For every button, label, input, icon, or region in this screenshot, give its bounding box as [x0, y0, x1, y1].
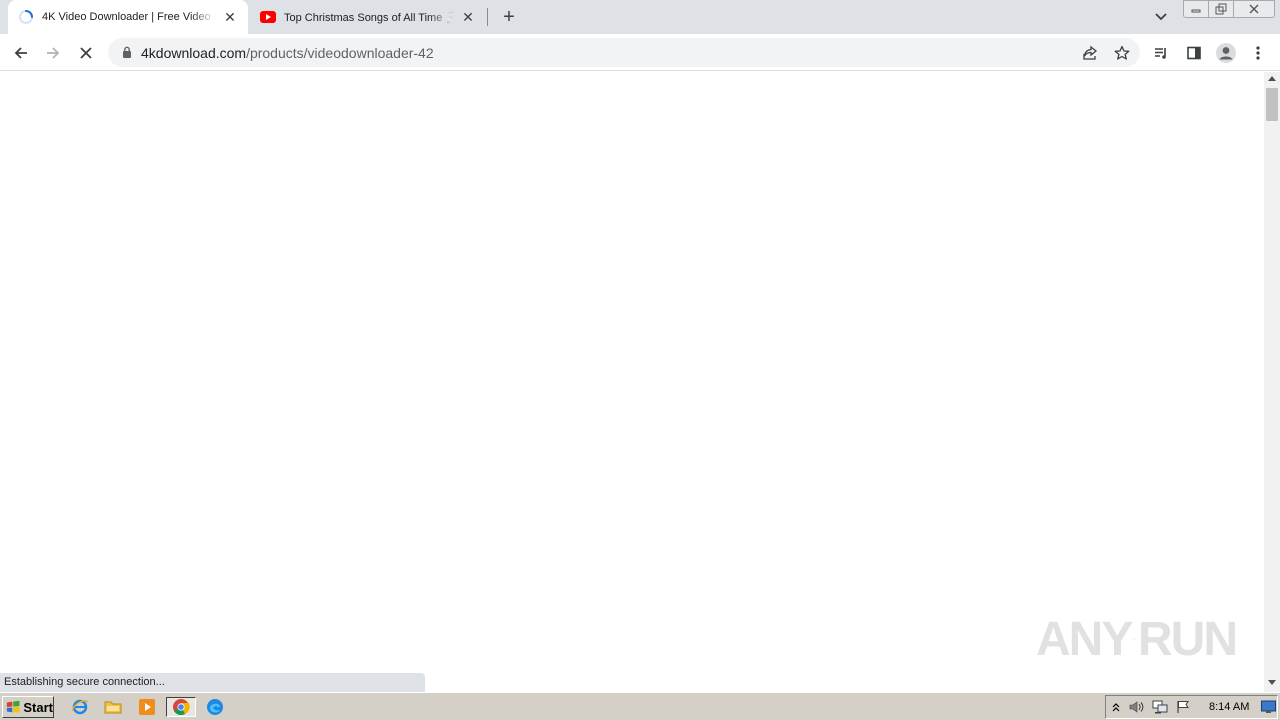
chrome-icon — [173, 699, 190, 715]
side-panel-button[interactable] — [1181, 40, 1207, 66]
back-button[interactable] — [8, 40, 34, 66]
forward-arrow-icon — [47, 47, 60, 59]
stop-icon — [80, 47, 92, 59]
taskbar-chrome[interactable] — [166, 697, 196, 717]
start-label: Start — [23, 699, 53, 715]
loading-spinner-icon — [18, 9, 34, 25]
volume-icon[interactable] — [1127, 699, 1145, 715]
page-content — [0, 72, 1264, 692]
profile-button[interactable] — [1213, 40, 1239, 66]
scroll-down-arrow-icon[interactable] — [1268, 680, 1276, 685]
taskbar-edge[interactable] — [204, 697, 226, 717]
play-logo-icon — [1133, 637, 1136, 641]
taskbar-clock[interactable]: 8:14 AM — [1209, 701, 1249, 713]
tab-christmas-songs[interactable]: Top Christmas Songs of All Time 🎅🎄 ✕ — [250, 0, 486, 34]
youtube-icon — [260, 9, 276, 25]
address-bar[interactable]: 4kdownload.com/products/videodownloader-… — [108, 38, 1140, 67]
vertical-scrollbar[interactable] — [1264, 72, 1280, 692]
url-host: 4kdownload.com — [141, 45, 247, 61]
tab-strip: 4K Video Downloader | Free Video Downloa… — [0, 0, 1280, 34]
media-queue-icon — [1155, 48, 1166, 59]
bookmark-star-icon[interactable] — [1112, 43, 1132, 63]
close-window-button[interactable] — [1233, 0, 1275, 18]
browser-toolbar: 4kdownload.com/products/videodownloader-… — [0, 34, 1280, 71]
edge-icon — [207, 699, 223, 715]
network-icon[interactable] — [1151, 699, 1169, 715]
tab-4k-video-downloader[interactable]: 4K Video Downloader | Free Video Downloa… — [8, 0, 248, 34]
action-center-flag-icon[interactable] — [1174, 699, 1192, 715]
show-desktop-icon[interactable] — [1261, 700, 1276, 714]
minimize-button[interactable] — [1183, 0, 1209, 18]
avatar-icon — [1216, 43, 1236, 63]
chrome-menu-button[interactable] — [1245, 40, 1271, 66]
tab-title: 4K Video Downloader | Free Video Downloa… — [42, 11, 216, 23]
new-tab-button[interactable]: + — [498, 6, 520, 28]
stop-loading-button[interactable] — [73, 40, 99, 66]
taskbar-file-explorer[interactable] — [102, 697, 124, 717]
lock-icon[interactable] — [120, 45, 134, 59]
tab-separator — [487, 8, 488, 26]
windows-taskbar: Start 8:14 AM — [0, 692, 1280, 720]
status-bubble: Establishing secure connection... — [0, 673, 425, 692]
system-tray: 8:14 AM — [1105, 695, 1278, 719]
tab-title: Top Christmas Songs of All Time 🎅🎄 — [284, 11, 454, 24]
windows-logo-icon — [6, 700, 20, 713]
close-tab-icon[interactable]: ✕ — [460, 9, 476, 25]
back-arrow-icon — [14, 47, 27, 59]
start-button[interactable]: Start — [2, 696, 54, 718]
scrollbar-thumb[interactable] — [1266, 88, 1278, 121]
url-path: /products/videodownloader-42 — [246, 45, 434, 61]
share-icon[interactable] — [1080, 43, 1100, 63]
anyrun-watermark: ANY RUN — [1036, 606, 1238, 672]
side-panel-icon — [1187, 46, 1201, 60]
tab-search-chevron-icon[interactable] — [1151, 8, 1171, 26]
folder-icon — [104, 701, 122, 714]
taskbar-internet-explorer[interactable] — [69, 697, 91, 717]
media-controls-button[interactable] — [1148, 40, 1174, 66]
show-hidden-icons-chevron-icon[interactable] — [1107, 699, 1125, 715]
taskbar-media-player[interactable] — [136, 697, 158, 717]
scroll-up-arrow-icon[interactable] — [1268, 76, 1276, 81]
close-tab-icon[interactable]: ✕ — [222, 9, 238, 25]
watermark-left-text: ANY — [1036, 612, 1133, 666]
forward-button[interactable] — [40, 40, 66, 66]
more-vert-icon — [1256, 46, 1260, 60]
restore-button[interactable] — [1208, 0, 1234, 18]
url-text[interactable]: 4kdownload.com/products/videodownloader-… — [141, 45, 434, 61]
media-player-icon — [139, 699, 155, 715]
watermark-right-text: RUN — [1138, 612, 1238, 666]
internet-explorer-icon — [71, 699, 89, 715]
